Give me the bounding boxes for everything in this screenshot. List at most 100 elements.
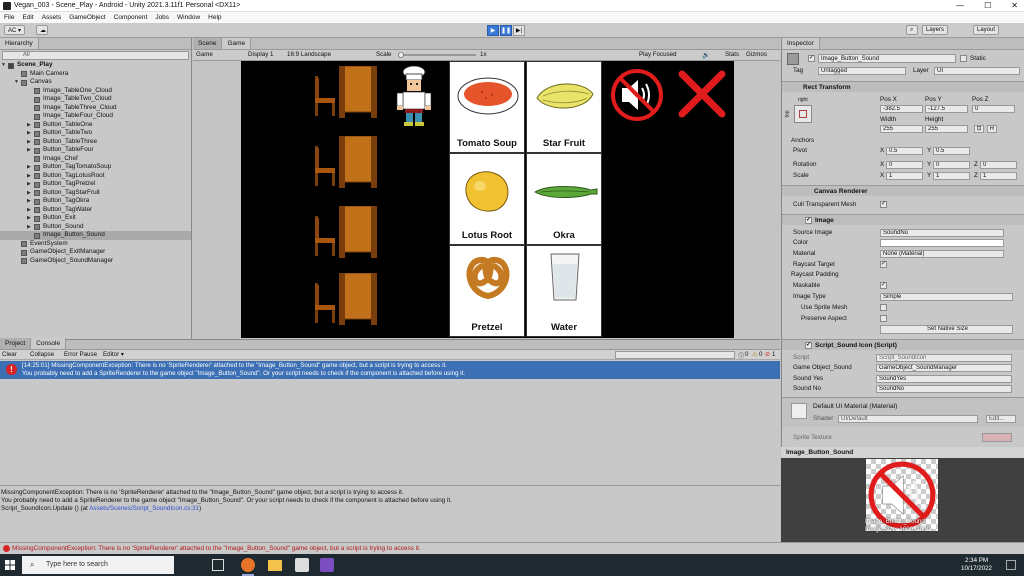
log-count-icon[interactable]: ⓘ [738, 351, 744, 360]
close-button[interactable]: ✕ [1011, 1, 1018, 10]
clear-button[interactable]: Clear [2, 351, 17, 358]
tag-tomato-soup-button[interactable]: Tomato Soup [449, 61, 525, 153]
hierarchy-item[interactable]: Image_TableThree_Cloud [0, 104, 191, 113]
firefox-icon[interactable] [241, 558, 255, 572]
rot-x-field[interactable]: 0 [886, 161, 923, 169]
expand-right-icon[interactable]: ▶ [27, 146, 31, 155]
aspect-dropdown[interactable]: 16:9 Landscape [287, 51, 331, 58]
rect-transform-header[interactable]: Rect Transform [782, 81, 1024, 92]
tab-hierarchy[interactable]: Hierarchy [0, 38, 39, 49]
tag-star-fruit-button[interactable]: Star Fruit [526, 61, 602, 153]
script-component-header[interactable]: ✓ Script_Sound Icon (Script) [782, 339, 1024, 350]
menu-gameobject[interactable]: GameObject [69, 14, 106, 21]
color-swatch[interactable] [880, 239, 1004, 247]
raycast-target-checkbox[interactable]: ✓ [880, 261, 887, 268]
menu-edit[interactable]: Edit [22, 14, 33, 21]
canvas-renderer-header[interactable]: Canvas Renderer [782, 185, 1024, 196]
taskbar-clock[interactable]: 2:34 PM 10/17/2022 [961, 557, 992, 573]
hierarchy-item[interactable]: GameObject_ExitManager [0, 248, 191, 257]
status-bar[interactable]: MissingComponentException: There is no '… [0, 542, 1024, 554]
tag-water-button[interactable]: Water [526, 245, 602, 337]
menu-component[interactable]: Component [114, 14, 148, 21]
expand-right-icon[interactable]: ▶ [27, 214, 31, 223]
tag-pretzel-button[interactable]: Pretzel [449, 245, 525, 337]
collapse-button[interactable]: Collapse [30, 351, 54, 358]
pivot-y-field[interactable]: 0.5 [933, 147, 970, 155]
game-view-dropdown[interactable]: Game [196, 51, 213, 58]
pos-z-field[interactable]: 0 [972, 105, 1015, 113]
preview-header[interactable]: Image_Button_Sound [781, 447, 1024, 458]
hierarchy-item[interactable]: EventSystem [0, 240, 191, 249]
shader-dropdown[interactable]: UI/Default [838, 415, 978, 423]
mute-audio-icon[interactable]: 🔊 [702, 51, 712, 59]
expand-right-icon[interactable]: ▶ [27, 138, 31, 147]
expand-right-icon[interactable]: ▶ [27, 172, 31, 181]
error-count-icon[interactable]: ⊘ [765, 351, 770, 358]
scale-slider[interactable] [398, 52, 478, 58]
sprite-texture-thumbnail[interactable] [982, 433, 1012, 442]
image-component-header[interactable]: ✓ Image [782, 214, 1024, 225]
expand-right-icon[interactable]: ▶ [27, 163, 31, 172]
hierarchy-item[interactable]: ▼ Canvas [0, 78, 191, 87]
sound-off-icon[interactable] [609, 67, 665, 123]
hierarchy-item[interactable]: ▶ Button_TableFour [0, 146, 191, 155]
hierarchy-item[interactable]: ▶ Button_Exit [0, 214, 191, 223]
pause-button[interactable]: ❚❚ [500, 25, 512, 36]
preserve-aspect-checkbox[interactable] [880, 315, 887, 322]
hierarchy-item[interactable]: ▶ Button_TagPretzel [0, 180, 191, 189]
image-type-dropdown[interactable]: Simple [880, 293, 1013, 301]
sound-yes-field[interactable]: SoundYes [876, 375, 1012, 383]
raw-edit-button[interactable]: R [987, 125, 997, 133]
stats-button[interactable]: Stats [725, 51, 739, 58]
stack-trace-link[interactable]: Assets/Scenes/Script_SoundIcon.cs:31 [89, 505, 199, 512]
console-splitter[interactable] [0, 485, 780, 486]
search-icon[interactable]: ⌕ [906, 25, 918, 35]
tab-inspector[interactable]: Inspector [782, 38, 820, 49]
windows-start-icon[interactable] [5, 560, 15, 570]
scale-x-field[interactable]: 1 [886, 172, 923, 180]
account-dropdown[interactable]: AC ▾ [4, 25, 26, 35]
editor-dropdown[interactable]: Editor ▾ [103, 351, 124, 358]
material-field[interactable]: None (Material) [880, 250, 1004, 258]
hierarchy-item[interactable]: ▶ Button_TableTwo [0, 129, 191, 138]
edit-shader-button[interactable]: Edit... [986, 415, 1016, 423]
pivot-x-field[interactable]: 0.5 [886, 147, 923, 155]
hierarchy-item[interactable]: ▶ Button_TagTomatoSoup [0, 163, 191, 172]
exit-x-icon[interactable] [677, 69, 727, 119]
expand-down-icon[interactable]: ▼ [1, 61, 6, 70]
menu-window[interactable]: Window [177, 14, 200, 21]
maximize-button[interactable]: ☐ [984, 1, 991, 10]
scale-z-field[interactable]: 1 [980, 172, 1017, 180]
cloud-icon[interactable]: ☁ [36, 25, 48, 35]
hierarchy-item[interactable]: GameObject_SoundManager [0, 257, 191, 266]
pos-y-field[interactable]: -127.5 [925, 105, 968, 113]
sound-no-field[interactable]: SoundNo [876, 385, 1012, 393]
hierarchy-item[interactable]: ▶ Button_TagLotusRoot [0, 172, 191, 181]
height-field[interactable]: 255 [925, 125, 968, 133]
expand-right-icon[interactable]: ▶ [27, 121, 31, 130]
visual-studio-icon[interactable] [320, 558, 334, 572]
use-sprite-mesh-checkbox[interactable] [880, 304, 887, 311]
menu-help[interactable]: Help [208, 14, 221, 21]
minimize-button[interactable]: — [956, 1, 964, 10]
menu-assets[interactable]: Assets [42, 14, 62, 21]
game-view[interactable]: Tomato Soup Star Fruit Lotus Root Okra P… [241, 61, 734, 338]
hierarchy-item[interactable]: Image_Button_Sound [0, 231, 191, 240]
expand-down-icon[interactable]: ▼ [14, 78, 19, 87]
hierarchy-item[interactable]: Main Camera [0, 70, 191, 79]
active-checkbox[interactable]: ✓ [808, 55, 815, 62]
anchors-row[interactable]: Anchors [782, 136, 1024, 146]
file-explorer-icon[interactable] [268, 560, 282, 571]
unity-hub-icon[interactable] [295, 558, 309, 572]
tag-lotus-root-button[interactable]: Lotus Root [449, 153, 525, 245]
table-button[interactable] [339, 206, 377, 258]
menu-file[interactable]: File [4, 14, 14, 21]
hierarchy-item[interactable]: ▶ Button_TableThree [0, 138, 191, 147]
expand-right-icon[interactable]: ▶ [27, 180, 31, 189]
source-image-field[interactable]: SoundNo [880, 229, 1004, 237]
scale-y-field[interactable]: 1 [933, 172, 970, 180]
raycast-padding-row[interactable]: Raycast Padding [782, 270, 1024, 280]
tab-game[interactable]: Game [222, 38, 252, 49]
layers-dropdown[interactable]: Layers [922, 25, 949, 35]
tab-scene[interactable]: Scene [193, 38, 223, 49]
